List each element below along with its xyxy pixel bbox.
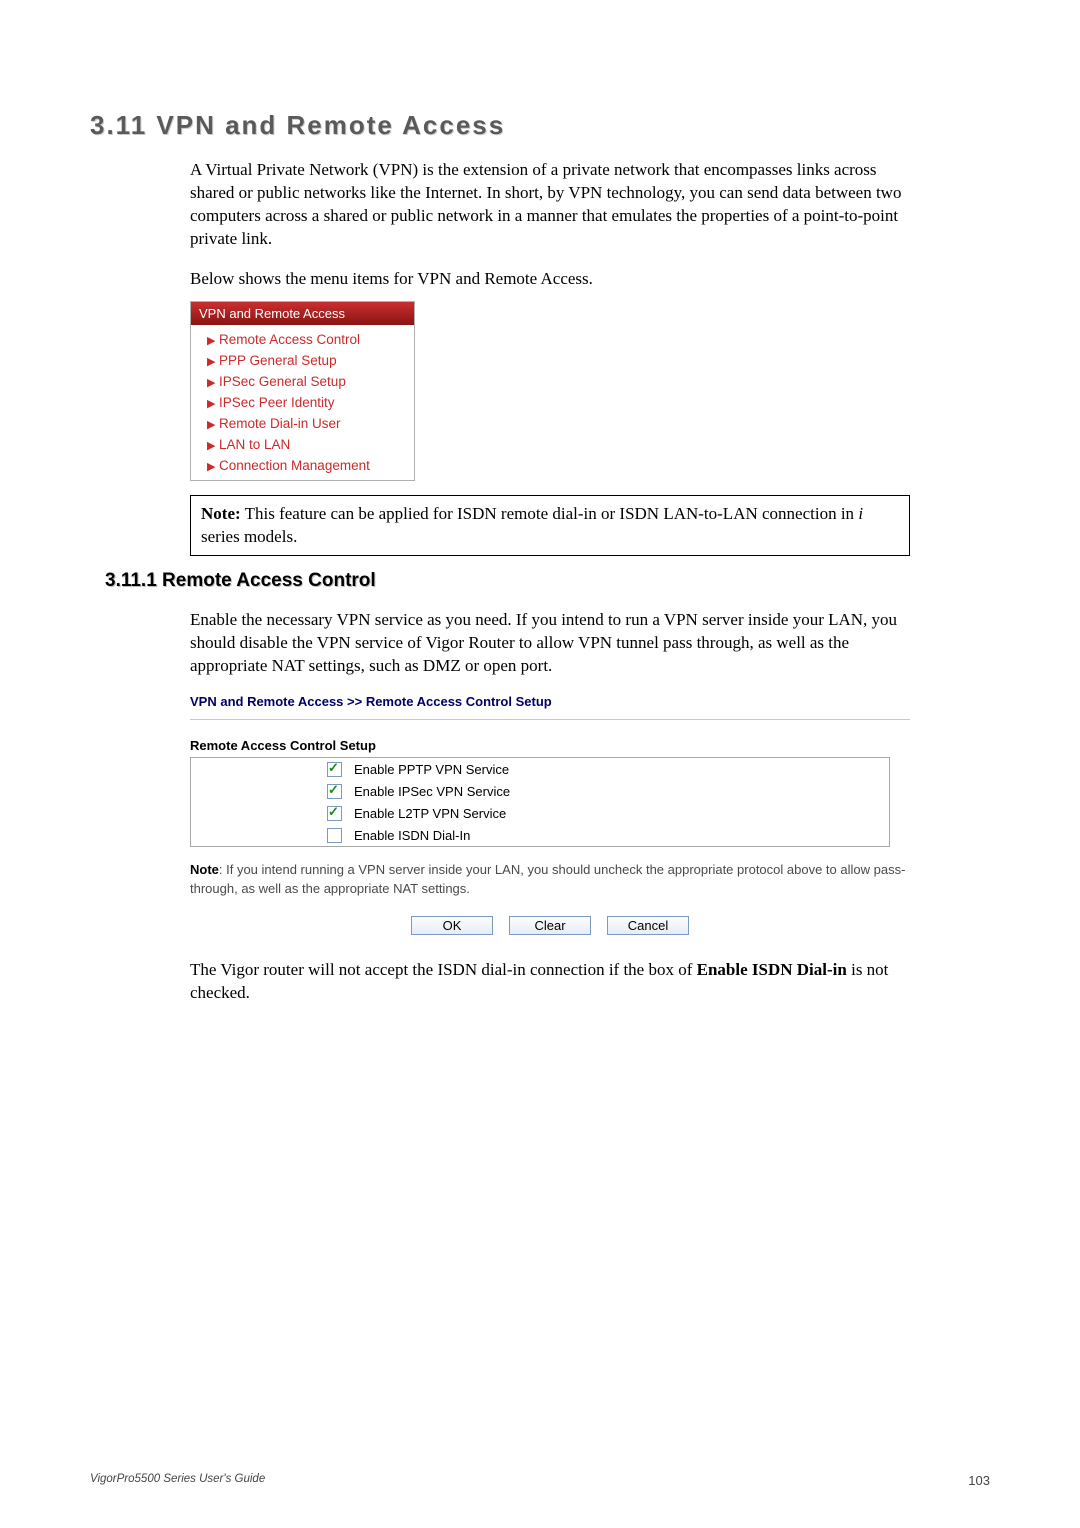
menu-item-label: IPSec General Setup: [219, 374, 346, 389]
triangle-icon: ▶: [207, 418, 219, 431]
triangle-icon: ▶: [207, 334, 219, 347]
note-prefix: Note:: [201, 504, 241, 523]
note-text-2: series models.: [201, 527, 297, 546]
menu-item-lan-to-lan[interactable]: ▶LAN to LAN: [191, 434, 414, 455]
intro-below-line: Below shows the menu items for VPN and R…: [190, 268, 910, 291]
checkbox-l2tp[interactable]: [327, 806, 342, 821]
section-heading: 3.11 VPN and Remote Access: [90, 110, 990, 141]
triangle-icon: ▶: [207, 397, 219, 410]
triangle-icon: ▶: [207, 355, 219, 368]
closing-pre: The Vigor router will not accept the ISD…: [190, 960, 697, 979]
menu-item-remote-access-control[interactable]: ▶Remote Access Control: [191, 329, 414, 350]
intro-paragraph: A Virtual Private Network (VPN) is the e…: [190, 159, 910, 251]
checkbox-pptp[interactable]: [327, 762, 342, 777]
page-footer: VigorPro5500 Series User's Guide 103: [90, 1473, 990, 1488]
checkbox-isdn[interactable]: [327, 828, 342, 843]
footer-page-number: 103: [968, 1473, 990, 1488]
menu-item-label: IPSec Peer Identity: [219, 395, 335, 410]
checkbox-ipsec[interactable]: [327, 784, 342, 799]
vpn-menu-list: ▶Remote Access Control ▶PPP General Setu…: [191, 325, 414, 480]
menu-item-connection-management[interactable]: ▶Connection Management: [191, 455, 414, 476]
menu-item-label: Remote Dial-in User: [219, 416, 341, 431]
options-table: Enable PPTP VPN Service Enable IPSec VPN…: [190, 757, 890, 847]
option-label: Enable ISDN Dial-In: [348, 824, 890, 847]
cancel-button[interactable]: Cancel: [607, 916, 689, 935]
ui-note-prefix: Note: [190, 862, 219, 877]
note-italic-i: i: [858, 504, 863, 523]
divider: [190, 719, 910, 720]
menu-item-label: LAN to LAN: [219, 437, 290, 452]
ui-note: Note: If you intend running a VPN server…: [190, 861, 910, 897]
closing-bold: Enable ISDN Dial-in: [697, 960, 847, 979]
menu-item-ipsec-peer-identity[interactable]: ▶IPSec Peer Identity: [191, 392, 414, 413]
vpn-menu-panel: VPN and Remote Access ▶Remote Access Con…: [190, 301, 415, 481]
breadcrumb: VPN and Remote Access >> Remote Access C…: [190, 694, 910, 709]
table-row: Enable ISDN Dial-In: [191, 824, 890, 847]
triangle-icon: ▶: [207, 376, 219, 389]
triangle-icon: ▶: [207, 439, 219, 452]
subsection-heading: 3.11.1 Remote Access Control: [105, 570, 990, 592]
table-row: Enable IPSec VPN Service: [191, 780, 890, 802]
option-label: Enable IPSec VPN Service: [348, 780, 890, 802]
table-title: Remote Access Control Setup: [190, 738, 910, 753]
subsection-paragraph: Enable the necessary VPN service as you …: [190, 609, 910, 678]
table-row: Enable PPTP VPN Service: [191, 758, 890, 781]
triangle-icon: ▶: [207, 460, 219, 473]
table-row: Enable L2TP VPN Service: [191, 802, 890, 824]
menu-item-label: Remote Access Control: [219, 332, 360, 347]
menu-item-ppp-general-setup[interactable]: ▶PPP General Setup: [191, 350, 414, 371]
ok-button[interactable]: OK: [411, 916, 493, 935]
button-row: OK Clear Cancel: [190, 916, 910, 935]
menu-item-label: PPP General Setup: [219, 353, 337, 368]
note-box: Note: This feature can be applied for IS…: [190, 495, 910, 557]
ui-note-text: : If you intend running a VPN server ins…: [190, 862, 905, 895]
menu-item-remote-dial-in-user[interactable]: ▶Remote Dial-in User: [191, 413, 414, 434]
menu-item-label: Connection Management: [219, 458, 370, 473]
menu-item-ipsec-general-setup[interactable]: ▶IPSec General Setup: [191, 371, 414, 392]
option-label: Enable L2TP VPN Service: [348, 802, 890, 824]
option-label: Enable PPTP VPN Service: [348, 758, 890, 781]
note-text-1: This feature can be applied for ISDN rem…: [241, 504, 859, 523]
vpn-menu-title: VPN and Remote Access: [191, 302, 414, 325]
clear-button[interactable]: Clear: [509, 916, 591, 935]
footer-title: VigorPro5500 Series User's Guide: [90, 1473, 265, 1488]
closing-paragraph: The Vigor router will not accept the ISD…: [190, 959, 910, 1005]
